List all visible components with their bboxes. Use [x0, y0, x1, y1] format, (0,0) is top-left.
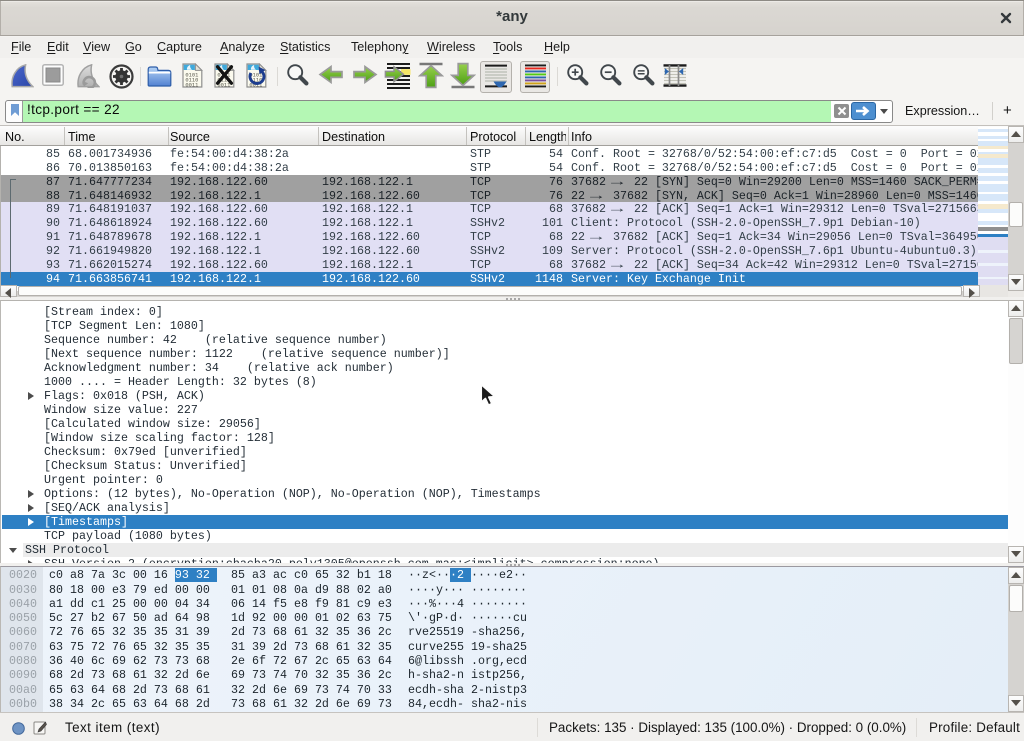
svg-text:0011: 0011: [185, 82, 198, 88]
